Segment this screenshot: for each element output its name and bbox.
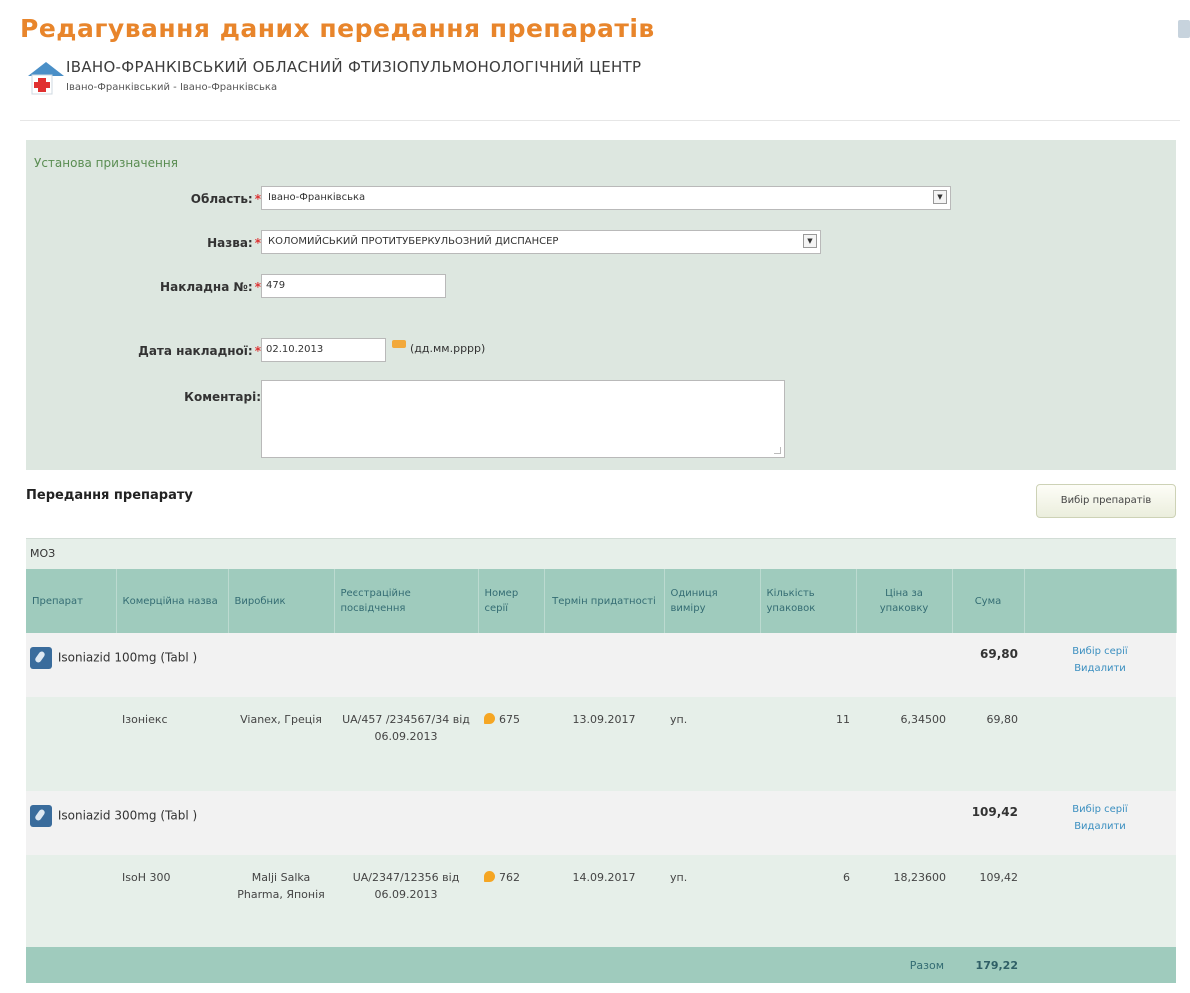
- invoice-number-input[interactable]: 479: [261, 274, 446, 298]
- name-label: Назва: *: [207, 236, 261, 250]
- drug-name: Isoniazid 300mg (Tabl ): [57, 808, 198, 823]
- registration-certificate: UA/2347/12356 від 06.09.2013: [334, 855, 478, 947]
- select-serial-link[interactable]: Вибір серії: [1025, 801, 1175, 818]
- registration-certificate: UA/457 /234567/34 від 06.09.2013: [334, 697, 478, 791]
- drug-row: Isoniazid 300mg (Tabl ) 109,42 Вибір сер…: [26, 791, 1176, 855]
- expiry-date: 14.09.2017: [544, 855, 664, 947]
- total-label: Разом: [856, 947, 952, 983]
- manufacturer: Malji Salka Pharma, Японія: [228, 855, 334, 947]
- expiry-date: 13.09.2017: [544, 697, 664, 791]
- region-select[interactable]: Івано-Франківська ▼: [261, 186, 951, 210]
- drug-sum: 69,80: [952, 633, 1024, 697]
- quantity: 6: [760, 855, 856, 947]
- serial-icon[interactable]: [484, 713, 495, 724]
- drug-name: Isoniazid 100mg (Tabl ): [57, 650, 198, 665]
- column-header-expiry: Термін придатності: [544, 569, 665, 633]
- column-header-manufacturer: Виробник: [228, 569, 335, 633]
- calendar-icon[interactable]: [392, 340, 406, 348]
- print-icon[interactable]: [1178, 20, 1190, 38]
- manufacturer: Vianex, Греція: [228, 697, 334, 791]
- commercial-name: Ізоніекс: [116, 697, 228, 791]
- delete-link[interactable]: Видалити: [1025, 660, 1175, 677]
- page-title: Редагування даних передання препаратів: [20, 14, 655, 43]
- comments-textarea[interactable]: [261, 380, 785, 458]
- destination-form: Установа призначення Область: * Івано-Фра…: [26, 140, 1176, 470]
- drug-sum: 109,42: [952, 791, 1024, 855]
- table-header-row: Препарат Комерційна назва Виробник Реєст…: [26, 569, 1177, 633]
- serial-icon[interactable]: [484, 871, 495, 882]
- total-sum: 179,22: [952, 947, 1024, 983]
- invoice-date-label: Дата накладної: *: [138, 344, 261, 358]
- column-header-drug: Препарат: [26, 569, 117, 633]
- organization-name: ІВАНО-ФРАНКІВСЬКИЙ ОБЛАСНИЙ ФТИЗІОПУЛЬМО…: [66, 58, 642, 76]
- serial-number: 675: [478, 697, 544, 791]
- transfer-section-title: Передання препарату: [26, 488, 193, 503]
- drug-actions: Вибір серії Видалити: [1024, 791, 1176, 855]
- section-caption: Установа призначення: [34, 156, 178, 170]
- price: 18,23600: [856, 855, 952, 947]
- resize-grip-icon[interactable]: [774, 447, 781, 454]
- column-header-commercial-name: Комерційна назва: [116, 569, 229, 633]
- column-header-actions: [1024, 569, 1177, 633]
- date-format-hint: (дд.мм.рррр): [410, 342, 486, 355]
- unit: уп.: [664, 855, 760, 947]
- detail-sum: 109,42: [952, 855, 1024, 947]
- chevron-down-icon[interactable]: ▼: [803, 234, 817, 248]
- column-header-price: Ціна за упаковку: [856, 569, 953, 633]
- serial-detail-row: Ізоніекс Vianex, Греція UA/457 /234567/3…: [26, 697, 1176, 791]
- drug-row: Isoniazid 100mg (Tabl ) 69,80 Вибір сері…: [26, 633, 1176, 697]
- header-divider: [20, 120, 1180, 121]
- commercial-name: IsoH 300: [116, 855, 228, 947]
- serial-detail-row: IsoH 300 Malji Salka Pharma, Японія UA/2…: [26, 855, 1176, 947]
- select-drugs-button[interactable]: Вибір препаратів: [1036, 484, 1176, 518]
- column-header-quantity: Кількість упаковок: [760, 569, 857, 633]
- transfer-table: МОЗ Препарат Комерційна назва Виробник Р…: [26, 538, 1177, 983]
- hospital-logo-icon: [28, 62, 64, 95]
- serial-number: 762: [478, 855, 544, 947]
- price: 6,34500: [856, 697, 952, 791]
- select-serial-link[interactable]: Вибір серії: [1025, 643, 1175, 660]
- drug-actions: Вибір серії Видалити: [1024, 633, 1176, 697]
- drug-cell: Isoniazid 100mg (Tabl ): [26, 633, 952, 697]
- column-header-serial: Номер серії: [478, 569, 545, 633]
- quantity: 11: [760, 697, 856, 791]
- pill-icon: [30, 805, 52, 827]
- total-row: Разом 179,22: [26, 947, 1176, 983]
- invoice-number-label: Накладна №: *: [160, 280, 261, 294]
- pill-icon: [30, 647, 52, 669]
- column-header-registration: Реєстраційне посвідчення: [334, 569, 479, 633]
- column-header-sum: Сума: [952, 569, 1025, 633]
- delete-link[interactable]: Видалити: [1025, 818, 1175, 835]
- group-label: МОЗ: [26, 538, 1176, 569]
- comments-label: Коментарі:: [184, 390, 261, 404]
- detail-sum: 69,80: [952, 697, 1024, 791]
- chevron-down-icon[interactable]: ▼: [933, 190, 947, 204]
- region-label: Область: *: [190, 192, 261, 206]
- column-header-unit: Одиниця виміру: [664, 569, 761, 633]
- drug-cell: Isoniazid 300mg (Tabl ): [26, 791, 952, 855]
- unit: уп.: [664, 697, 760, 791]
- invoice-date-input[interactable]: 02.10.2013: [261, 338, 386, 362]
- institution-select[interactable]: КОЛОМИЙСЬКИЙ ПРОТИТУБЕРКУЛЬОЗНИЙ ДИСПАНС…: [261, 230, 821, 254]
- organization-location: Івано-Франківський - Івано-Франківська: [66, 82, 278, 93]
